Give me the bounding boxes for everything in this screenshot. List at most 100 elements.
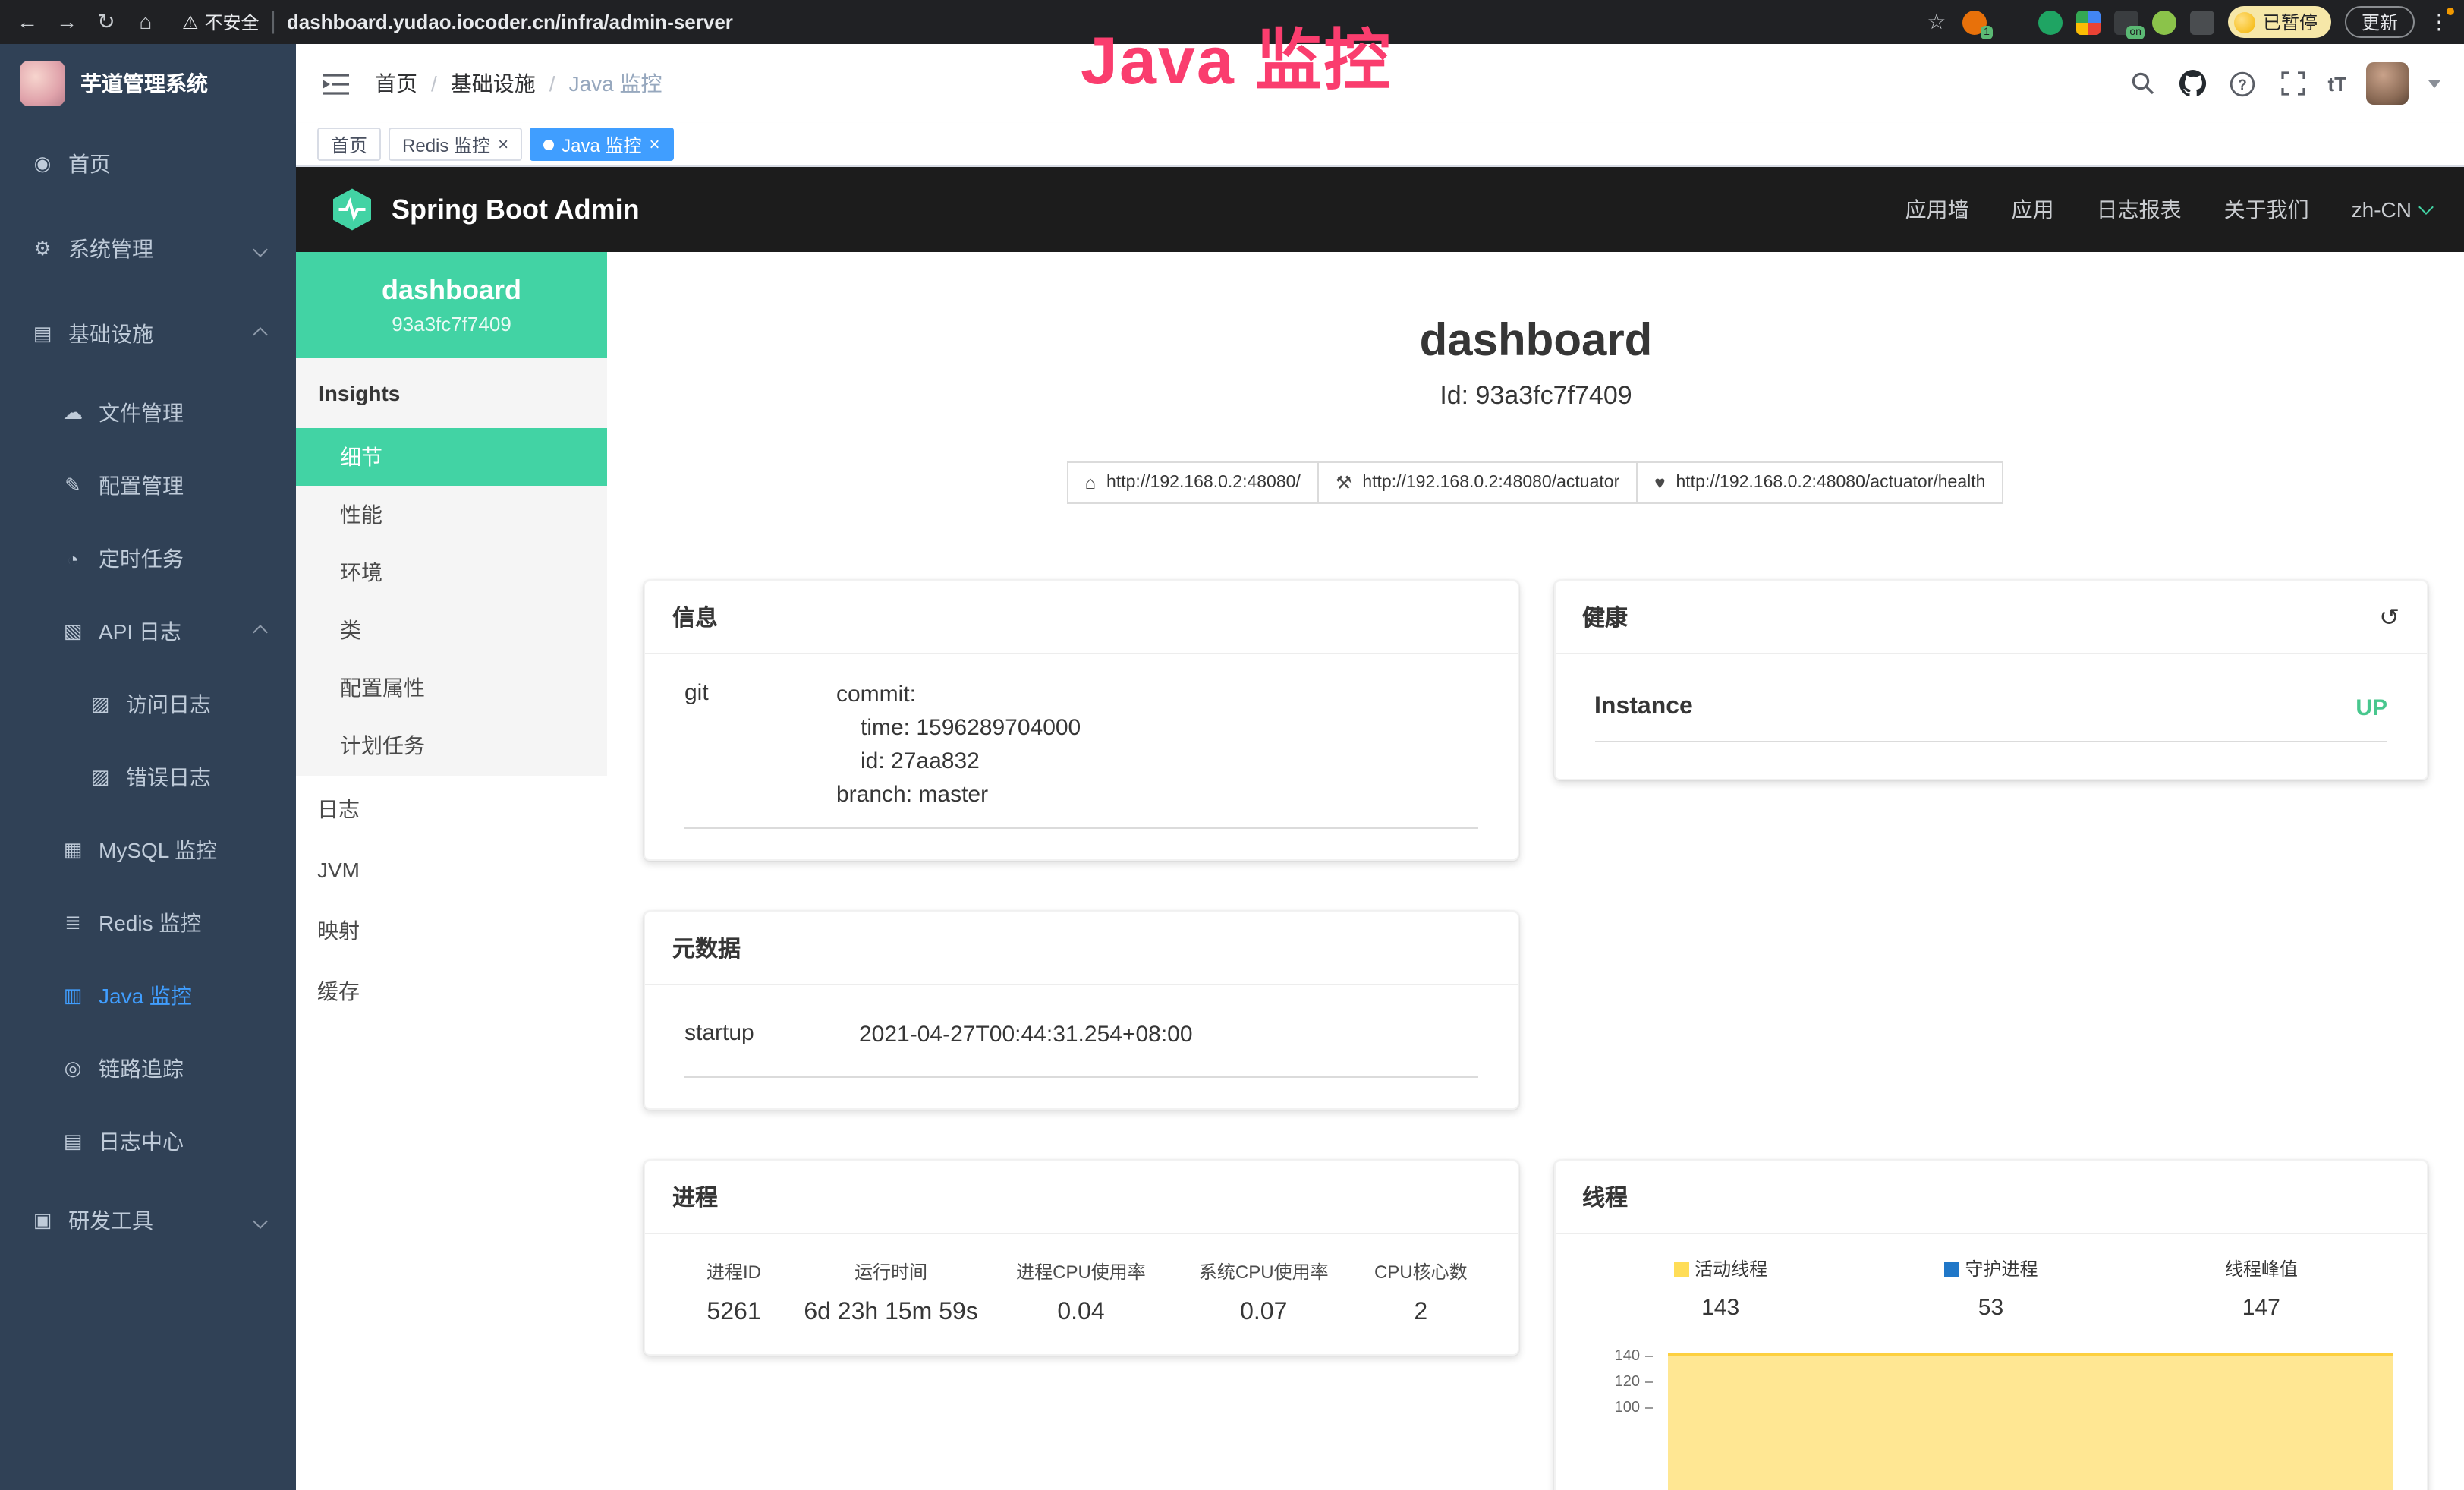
browser-menu-icon[interactable]: ⋮ [2428, 9, 2450, 35]
main-column: 首页 / 基础设施 / Java 监控 ? [296, 44, 2464, 1490]
history-icon[interactable]: ↺ [2379, 602, 2399, 632]
sidebar-item-redis-monitor[interactable]: ≣ Redis 监控 [0, 887, 296, 959]
header-actions: ? tT [2127, 62, 2440, 105]
tag-redis-monitor[interactable]: Redis 监控 × [389, 128, 522, 161]
sidebar-item-java-monitor[interactable]: ▥ Java 监控 [0, 959, 296, 1032]
hamburger-icon[interactable] [320, 68, 351, 99]
warning-icon: ⚠ [182, 11, 199, 33]
profile-paused-badge[interactable]: 已暂停 [2228, 6, 2331, 38]
sba-nav-wallboard[interactable]: 应用墙 [1905, 194, 1969, 225]
chevron-down-icon [253, 1213, 268, 1228]
instance-link-health[interactable]: ♥ http://192.168.0.2:48080/actuator/heal… [1636, 461, 2003, 504]
extension-dark-icon[interactable]: on [2114, 10, 2138, 34]
sba-menu-logs[interactable]: 日志 [296, 779, 607, 840]
sba-sidebar: dashboard 93a3fc7f7409 Insights 细节 性能 环境… [296, 252, 607, 1490]
close-icon[interactable]: × [498, 135, 508, 153]
process-table: 进程ID 5261 运行时间 6d 23h 15m 59s [675, 1258, 1487, 1327]
wrench-icon: ⚒ [1336, 472, 1352, 493]
doc-icon: ▨ [88, 765, 112, 789]
sidebar-item-system[interactable]: ⚙ 系统管理 [0, 206, 296, 291]
bookmark-star-icon[interactable]: ☆ [1924, 0, 1949, 44]
sba-nav-applications[interactable]: 应用 [2012, 194, 2054, 225]
fullscreen-icon[interactable] [2277, 68, 2308, 99]
threads-card-title: 线程 [1555, 1161, 2427, 1234]
extension-plug-icon[interactable] [2190, 10, 2214, 34]
extension-v-icon[interactable] [2038, 10, 2063, 34]
address-bar[interactable]: ⚠ 不安全 | dashboard.yudao.iocoder.cn/infra… [173, 8, 1909, 36]
sba-menu-section: Insights [296, 358, 607, 428]
instance-links: ⌂ http://192.168.0.2:48080/ ⚒ http://192… [607, 461, 2464, 504]
breadcrumb-infra[interactable]: 基础设施 [451, 68, 536, 99]
health-card: 健康 ↺ Instance UP [1553, 580, 2428, 780]
sidebar-item-mysql-monitor[interactable]: ▦ MySQL 监控 [0, 814, 296, 887]
health-row-instance[interactable]: Instance UP [1594, 694, 2387, 742]
sidebar-item-scheduled-jobs[interactable]: ◔ 定时任务 [0, 522, 296, 595]
chrome-update-button[interactable]: 更新 [2345, 6, 2415, 38]
home-icon: ⌂ [1085, 472, 1097, 493]
github-icon[interactable] [2177, 68, 2208, 99]
user-avatar[interactable] [2366, 62, 2409, 105]
info-row-git: git commit: time: 1596289704000 id: 27aa… [684, 679, 1477, 829]
help-icon[interactable]: ? [2227, 68, 2258, 99]
sba-menu-mappings[interactable]: 映射 [296, 900, 607, 961]
sidebar-item-access-logs[interactable]: ▨ 访问日志 [0, 668, 296, 741]
sba-menu-jvm[interactable]: JVM [296, 840, 607, 900]
instance-name: dashboard [382, 275, 521, 307]
extension-fox-icon[interactable]: 1 [1962, 10, 1987, 34]
sba-brand[interactable]: Spring Boot Admin [329, 187, 640, 232]
process-col-system-cpu: 系统CPU使用率 0.07 [1172, 1258, 1355, 1327]
forward-icon[interactable]: → [55, 0, 79, 44]
sidebar-item-log-center[interactable]: ▤ 日志中心 [0, 1105, 296, 1178]
sba-menu-classes[interactable]: 类 [296, 601, 607, 659]
sidebar-item-error-logs[interactable]: ▨ 错误日志 [0, 741, 296, 814]
close-icon[interactable]: × [649, 135, 659, 153]
sidebar-item-api-logs[interactable]: ▧ API 日志 [0, 595, 296, 668]
svg-text:?: ? [2239, 77, 2248, 93]
sba-menu-metrics[interactable]: 性能 [296, 486, 607, 543]
legend-swatch-daemon [1943, 1261, 1959, 1276]
sba-nav-journal[interactable]: 日志报表 [2097, 194, 2182, 225]
doc-icon: ▤ [61, 1129, 85, 1154]
app-logo [20, 60, 65, 106]
app-logo-row[interactable]: 芋道管理系统 [0, 44, 296, 121]
tag-java-monitor[interactable]: Java 监控 × [530, 128, 673, 161]
instance-link-actuator[interactable]: ⚒ http://192.168.0.2:48080/actuator [1317, 461, 1638, 504]
legend-daemon-threads: 守护进程 53 [1855, 1255, 2126, 1321]
clock-icon: ◔ [61, 547, 85, 570]
sba-menu-environment[interactable]: 环境 [296, 543, 607, 601]
sba-nav-about[interactable]: 关于我们 [2224, 194, 2309, 225]
cards-grid: 信息 git commit: time: 1596289704000 id: 2 [607, 580, 2464, 1490]
sba-instance-header[interactable]: dashboard 93a3fc7f7409 [296, 252, 607, 358]
extension-leaf-icon[interactable] [2152, 10, 2176, 34]
chevron-up-icon [253, 624, 268, 639]
sidebar-item-file-manage[interactable]: ☁ 文件管理 [0, 376, 296, 449]
back-icon[interactable]: ← [15, 0, 39, 44]
instance-link-root[interactable]: ⌂ http://192.168.0.2:48080/ [1067, 461, 1319, 504]
layers-icon: ≣ [61, 911, 85, 935]
font-size-icon[interactable]: tT [2327, 72, 2346, 95]
breadcrumb-home[interactable]: 首页 [375, 68, 417, 99]
chevron-down-icon [253, 241, 268, 257]
sidebar-item-home[interactable]: ◉ 首页 [0, 121, 296, 206]
sba-menu-scheduled-tasks[interactable]: 计划任务 [296, 717, 607, 774]
sba-menu-details[interactable]: 细节 [296, 428, 607, 486]
home-icon[interactable]: ⌂ [134, 0, 158, 44]
extension-drop-icon[interactable] [2000, 10, 2025, 34]
sidebar-item-infra[interactable]: ▤ 基础设施 [0, 291, 296, 376]
extension-grid-icon[interactable] [2076, 10, 2101, 34]
reload-icon[interactable]: ↻ [94, 0, 118, 44]
security-chip[interactable]: ⚠ 不安全 [182, 9, 260, 35]
log-icon: ▧ [61, 619, 85, 644]
sba-menu-config-props[interactable]: 配置属性 [296, 659, 607, 717]
metadata-card: 元数据 startup 2021-04-27T00:44:31.254+08:0… [644, 911, 1518, 1110]
sidebar-item-tracing[interactable]: ◎ 链路追踪 [0, 1032, 296, 1105]
search-icon[interactable] [2127, 68, 2157, 99]
tag-home[interactable]: 首页 [317, 128, 381, 161]
sidebar-item-config-manage[interactable]: ✎ 配置管理 [0, 449, 296, 522]
threads-card: 线程 活动线程 143 守护进程 [1553, 1160, 2428, 1490]
toolbox-icon: ▣ [30, 1208, 55, 1233]
sba-locale-select[interactable]: zh-CN [2352, 197, 2431, 222]
sidebar-item-dev-tools[interactable]: ▣ 研发工具 [0, 1178, 296, 1263]
sba-menu-caches[interactable]: 缓存 [296, 961, 607, 1022]
avatar-caret-icon[interactable] [2428, 80, 2440, 87]
